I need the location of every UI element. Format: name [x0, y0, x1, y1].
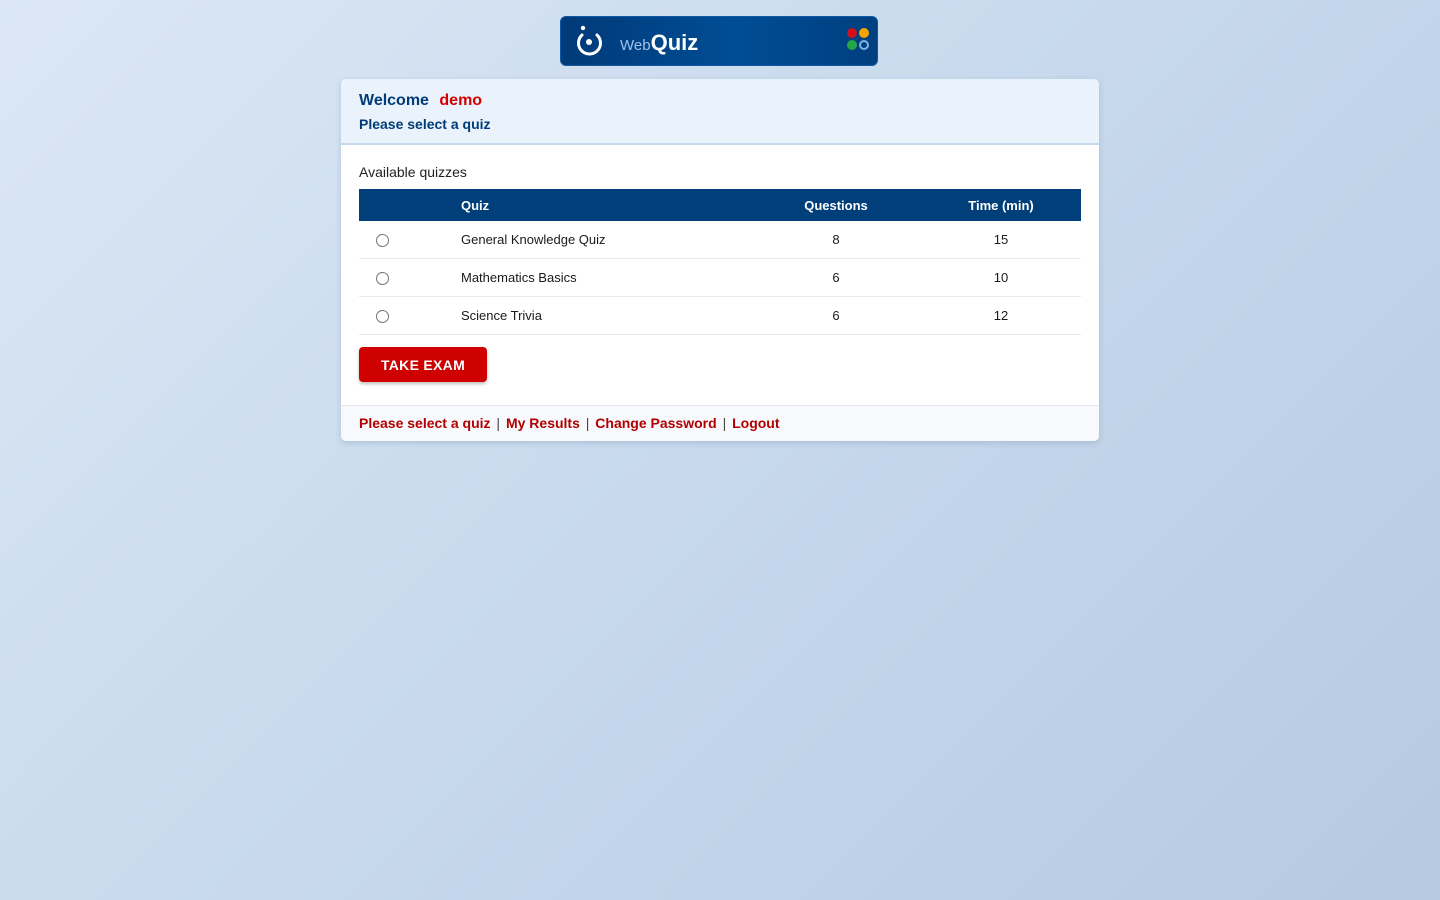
red-dot [847, 28, 857, 38]
column-header-quiz: Quiz [461, 197, 490, 213]
quiz-name: Mathematics Basics [461, 258, 751, 297]
table-row[interactable]: Science Trivia 6 12 [359, 296, 1081, 335]
footer-link-logout[interactable]: Logout [732, 415, 779, 431]
table-header-row: Quiz Questions Time (min) [359, 189, 1081, 221]
logo-text: WebQuiz [620, 32, 698, 57]
welcome-line: Welcome demo [359, 92, 1081, 110]
footer-separator: | [496, 415, 501, 431]
time-limit: 15 [921, 221, 1081, 259]
footer-nav: Please select a quiz | My Results | Chan… [341, 405, 1099, 441]
card-body: Available quizzes Quiz Questions Time (m… [341, 145, 1099, 382]
blue-ring-dot [859, 40, 869, 50]
question-count: 6 [751, 258, 921, 297]
footer-separator: | [585, 415, 590, 431]
logo-banner: WebQuiz [560, 16, 878, 66]
row-select-cell [359, 296, 461, 335]
radio-button-icon[interactable] [376, 310, 389, 324]
page-subtitle: Please select a quiz [359, 116, 491, 132]
radio-button-icon[interactable] [376, 234, 389, 248]
column-header-time: Time (min) [968, 197, 1034, 213]
logo-text-web: Web [620, 37, 651, 54]
row-select-cell [359, 258, 461, 297]
username: demo [439, 92, 483, 109]
take-exam-button[interactable]: TAKE EXAM [359, 347, 487, 382]
time-limit: 10 [921, 258, 1081, 297]
logo-text-quiz: Quiz [650, 30, 699, 55]
question-count: 6 [751, 296, 921, 335]
column-header-questions: Questions [804, 197, 868, 213]
color-dots-icon [847, 28, 871, 52]
logo-mark-icon [577, 25, 602, 56]
question-count: 8 [751, 221, 921, 259]
card-header: Welcome demo Please select a quiz [341, 79, 1099, 145]
radio-button-icon[interactable] [376, 272, 389, 286]
quiz-selection-card: Welcome demo Please select a quiz Availa… [341, 79, 1099, 441]
footer-link-select-quiz[interactable]: Please select a quiz [359, 415, 491, 431]
footer-link-my-results[interactable]: My Results [506, 415, 580, 431]
quiz-table: Quiz Questions Time (min) General Knowle… [359, 189, 1081, 335]
green-dot [847, 40, 857, 50]
table-row[interactable]: General Knowledge Quiz 8 15 [359, 221, 1081, 259]
welcome-label: Welcome [359, 92, 429, 109]
footer-separator: | [722, 415, 727, 431]
table-row[interactable]: Mathematics Basics 6 10 [359, 258, 1081, 297]
row-select-cell [359, 221, 461, 259]
column-header-select [359, 189, 461, 221]
section-label: Available quizzes [359, 164, 467, 180]
quiz-name: Science Trivia [461, 296, 751, 335]
quiz-name: General Knowledge Quiz [461, 221, 751, 259]
footer-link-change-password[interactable]: Change Password [595, 415, 716, 431]
time-limit: 12 [921, 296, 1081, 335]
yellow-dot [859, 28, 869, 38]
